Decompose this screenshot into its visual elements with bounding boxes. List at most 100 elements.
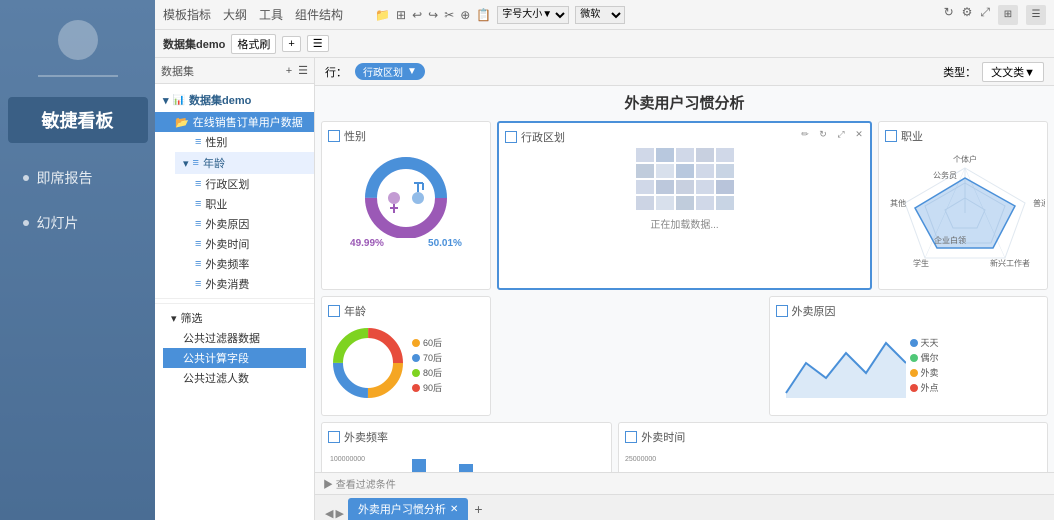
reason-legend-3: 外卖	[910, 366, 939, 379]
occupation-chart-title: 职业	[885, 128, 1041, 144]
tree-item-dataset[interactable]: 📂 在线销售订单用户数据	[155, 112, 314, 132]
dashboard-canvas: 外卖用户习惯分析 性别	[315, 86, 1054, 472]
admin-close-btn[interactable]: ✕	[852, 127, 866, 141]
tree-public-filter[interactable]: 公共过滤器数据	[163, 328, 306, 348]
tree-calc-field[interactable]: 公共计算字段	[163, 348, 306, 368]
filter-bar: 行： 行政区划 ▼ 类型： 文文类▼	[315, 58, 1054, 86]
top-bar: 模板指标 大纲 工具 组件结构 📁 ⊞ ↩ ↪ ✂ ⊕ 📋 字号大小▼ 微软 ↻…	[155, 0, 1054, 30]
menu-btn[interactable]: ☰	[307, 35, 329, 52]
sidebar-item-slides[interactable]: 幻灯片	[8, 203, 148, 243]
sidebar-active-item[interactable]: 敏捷看板	[8, 97, 148, 143]
age-legend-60: 60后	[412, 336, 442, 349]
filter-type-label: 类型：	[943, 64, 976, 80]
left-sidebar: 敏捷看板 即席报告 幻灯片	[0, 0, 155, 520]
filter-row-label: 行：	[325, 64, 347, 80]
app-logo	[58, 20, 98, 60]
age-legend-70: 70后	[412, 351, 442, 364]
top-nav: 模板指标 大纲 工具 组件结构	[163, 6, 343, 23]
toolbar-icon-grid[interactable]: ⊞	[396, 8, 406, 22]
occupation-radar-chart: 个体户 普通职业者 新兴工作者 学生 其他 企业白领 公务员	[885, 148, 1045, 278]
tree-panel: 数据集 + ☰ ▾ 📊 数据集demo 📂 在线销售订单用户数据 ≡ 性别	[155, 58, 315, 520]
tree-field-reason[interactable]: ≡ 外卖原因	[175, 214, 314, 234]
secondary-bar: 数据集demo 格式刷 + ☰	[155, 30, 1054, 58]
tree-field-occupation[interactable]: ≡ 职业	[175, 194, 314, 214]
filter-tag-dropdown[interactable]: ▼	[407, 66, 417, 77]
tree-filter-count[interactable]: 公共过滤人数	[163, 368, 306, 388]
tab-add-btn[interactable]: +	[468, 498, 488, 520]
filter-type-dropdown[interactable]: 文文类▼	[982, 62, 1044, 82]
toolbar-icon-undo[interactable]: ↩	[412, 8, 422, 22]
admin-expand-btn[interactable]: ⤢	[834, 127, 848, 141]
svg-text:新兴工作者: 新兴工作者	[990, 258, 1030, 268]
dataset-label: 数据集demo	[163, 36, 225, 52]
charts-row-2: 年龄 60后	[321, 296, 1048, 416]
toolbar-icon-folder[interactable]: 📁	[375, 8, 390, 22]
reason-legend-4: 外点	[910, 381, 939, 394]
svg-text:公务员: 公务员	[933, 170, 957, 180]
sidebar-item-reports[interactable]: 即席报告	[8, 158, 148, 198]
tree-toolbar-label: 数据集	[161, 63, 194, 79]
font-select[interactable]: 微软	[575, 6, 625, 24]
format-brush-btn[interactable]: 格式刷	[231, 34, 276, 54]
toolbar-icon-redo[interactable]: ↪	[428, 8, 438, 22]
tab-prev-btn[interactable]: ◀	[325, 507, 333, 520]
tab-active[interactable]: 外卖用户习惯分析 ✕	[348, 498, 468, 520]
tree-field-gender[interactable]: ≡ 性别	[175, 132, 314, 152]
nav-tools[interactable]: 工具	[259, 6, 283, 23]
male-pct: 50.01%	[428, 238, 462, 249]
reason-legend-1: 天天	[910, 336, 939, 349]
row2-spacer	[497, 296, 763, 416]
tab-bar: ◀ ▶ 外卖用户习惯分析 ✕ +	[315, 494, 1054, 520]
add-btn[interactable]: +	[282, 36, 300, 52]
expand-icon[interactable]: ⤢	[980, 5, 990, 25]
sidebar-divider	[38, 75, 118, 77]
toolbar-icon-paste[interactable]: 📋	[476, 8, 491, 22]
age-chart-card: 年龄 60后	[321, 296, 491, 416]
age-legend-80: 80后	[412, 366, 442, 379]
tree-field-region[interactable]: ≡ 行政区划	[175, 174, 314, 194]
fontsize-select[interactable]: 字号大小▼	[497, 6, 569, 24]
toolbar-icon-cut[interactable]: ✂	[444, 8, 454, 22]
nav-outline[interactable]: 大纲	[223, 6, 247, 23]
settings-icon[interactable]: ⚙	[962, 5, 973, 25]
frequency-bar-chart: 100000000 80000000 60000000 40000000 200…	[328, 449, 528, 472]
refresh-icon[interactable]: ↻	[944, 5, 954, 25]
charts-row-1: 性别	[321, 121, 1048, 290]
admin-loading: 正在加载数据...	[505, 149, 864, 229]
occupation-card: 职业	[878, 121, 1048, 290]
time-chart-title: 外卖时间	[625, 429, 1041, 445]
charts-row-bottom: 外卖频率 100000000 80000000 60000000 4000000…	[321, 422, 1048, 472]
tree-menu-btn[interactable]: ☰	[298, 64, 308, 77]
reason-chart-card: 外卖原因 天天	[769, 296, 1049, 416]
frequency-chart-title: 外卖频率	[328, 429, 605, 445]
reason-chart-title: 外卖原因	[776, 303, 1042, 319]
tree-toolbar: 数据集 + ☰	[155, 58, 314, 84]
grid-view-btn[interactable]: ⊞	[998, 5, 1018, 25]
svg-text:25000000: 25000000	[625, 456, 656, 463]
tab-nav-arrows: ◀ ▶	[321, 507, 348, 520]
reason-legend-2: 偶尔	[910, 351, 939, 364]
loading-text: 正在加载数据...	[636, 216, 734, 231]
tab-next-btn[interactable]: ▶	[335, 507, 343, 520]
tree-header[interactable]: ▾ 📊 数据集demo	[155, 88, 314, 112]
gender-donut-chart	[356, 148, 456, 238]
admin-edit-btn[interactable]: ✏	[798, 127, 812, 141]
tab-close-btn[interactable]: ✕	[450, 504, 458, 515]
dashboard-area: 行： 行政区划 ▼ 类型： 文文类▼ 外卖用户习惯分析	[315, 58, 1054, 520]
bottom-filter[interactable]: ▶ 查看过滤条件	[315, 472, 1054, 494]
tree-filter-section[interactable]: ▾ 筛选	[163, 308, 306, 328]
tree-field-frequency[interactable]: ≡ 外卖频率	[175, 254, 314, 274]
tree-field-spending[interactable]: ≡ 外卖消费	[175, 274, 314, 294]
reason-legend: 天天 偶尔 外卖	[910, 336, 939, 394]
filter-tag-region[interactable]: 行政区划 ▼	[355, 63, 425, 80]
time-chart-card: 外卖时间 25000000 20000000 15000000 10000000…	[618, 422, 1048, 472]
gender-chart-title: 性别	[328, 128, 484, 144]
tree-field-time[interactable]: ≡ 外卖时间	[175, 234, 314, 254]
tree-group-age[interactable]: ▾≡ 年龄	[175, 152, 314, 174]
toolbar-icon-copy[interactable]: ⊕	[460, 8, 470, 22]
admin-refresh-btn[interactable]: ↻	[816, 127, 830, 141]
nav-components[interactable]: 组件结构	[295, 6, 343, 23]
nav-template[interactable]: 模板指标	[163, 6, 211, 23]
tree-add-btn[interactable]: +	[286, 65, 292, 77]
list-view-btn[interactable]: ☰	[1026, 5, 1046, 25]
